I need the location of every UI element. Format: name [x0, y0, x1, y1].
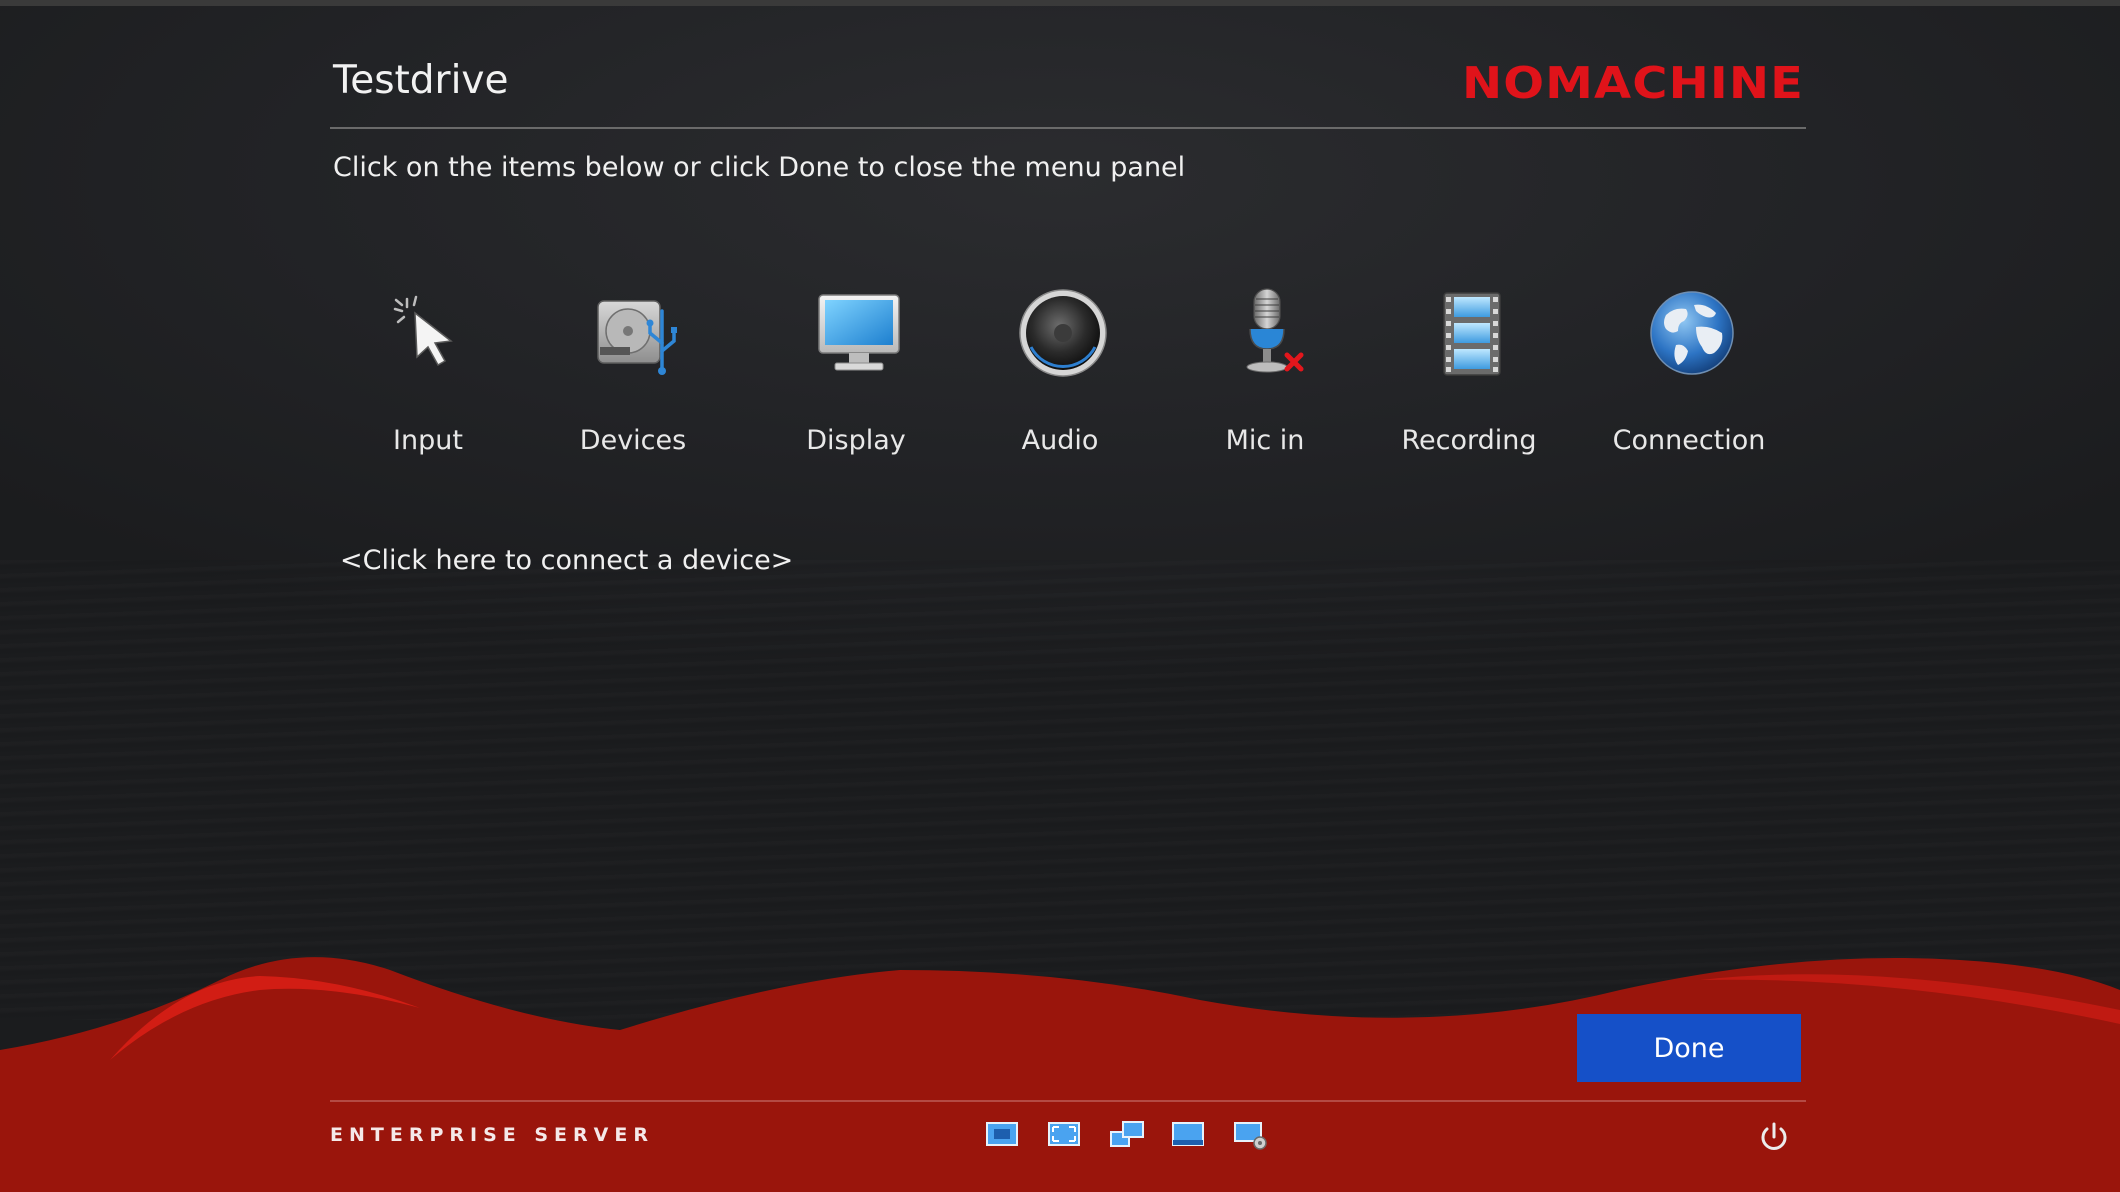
- footer-divider: [330, 1100, 1806, 1102]
- menu-item-label: Recording: [1401, 425, 1537, 456]
- connect-device-link[interactable]: <Click here to connect a device>: [340, 545, 793, 576]
- microphone-muted-icon: [1246, 288, 1304, 373]
- menu-item-label: Connection: [1612, 425, 1766, 456]
- menu-item-label: Mic in: [1225, 425, 1305, 456]
- menu-item-mic-in[interactable]: Mic in: [1175, 285, 1355, 465]
- edition-label: ENTERPRISE SERVER: [330, 1124, 654, 1146]
- nomachine-menu-panel: Testdrive NOMACHINE Click on the items b…: [0, 0, 2120, 1192]
- menu-item-display[interactable]: Display: [766, 285, 946, 465]
- menu-item-input[interactable]: Input: [338, 285, 518, 465]
- single-monitor-icon[interactable]: [1171, 1120, 1207, 1150]
- menu-items: Input Devices Display Audio Mic in Recor…: [0, 0, 2120, 480]
- film-strip-icon: [1443, 292, 1501, 376]
- speaker-icon: [1019, 289, 1107, 377]
- monitor-icon: [818, 294, 900, 371]
- menu-item-label: Audio: [1021, 425, 1099, 456]
- red-wave-footer: [0, 957, 2120, 1192]
- globe-icon: [1650, 291, 1734, 375]
- menu-item-devices[interactable]: Devices: [543, 285, 723, 465]
- hard-drive-usb-icon: [597, 300, 677, 375]
- menu-item-audio[interactable]: Audio: [970, 285, 1150, 465]
- menu-item-recording[interactable]: Recording: [1379, 285, 1559, 465]
- done-button[interactable]: Done: [1577, 1014, 1801, 1082]
- menu-item-connection[interactable]: Connection: [1599, 285, 1779, 465]
- scale-icon[interactable]: [1047, 1120, 1083, 1150]
- menu-item-label: Display: [806, 425, 906, 456]
- multi-monitor-icon[interactable]: [1109, 1120, 1145, 1150]
- power-icon[interactable]: [1757, 1120, 1791, 1154]
- menu-item-label: Input: [393, 425, 463, 456]
- menu-item-label: Devices: [579, 425, 687, 456]
- display-settings-icon[interactable]: [1233, 1120, 1269, 1150]
- cursor-icon: [393, 295, 453, 367]
- fit-to-window-icon[interactable]: [985, 1120, 1021, 1150]
